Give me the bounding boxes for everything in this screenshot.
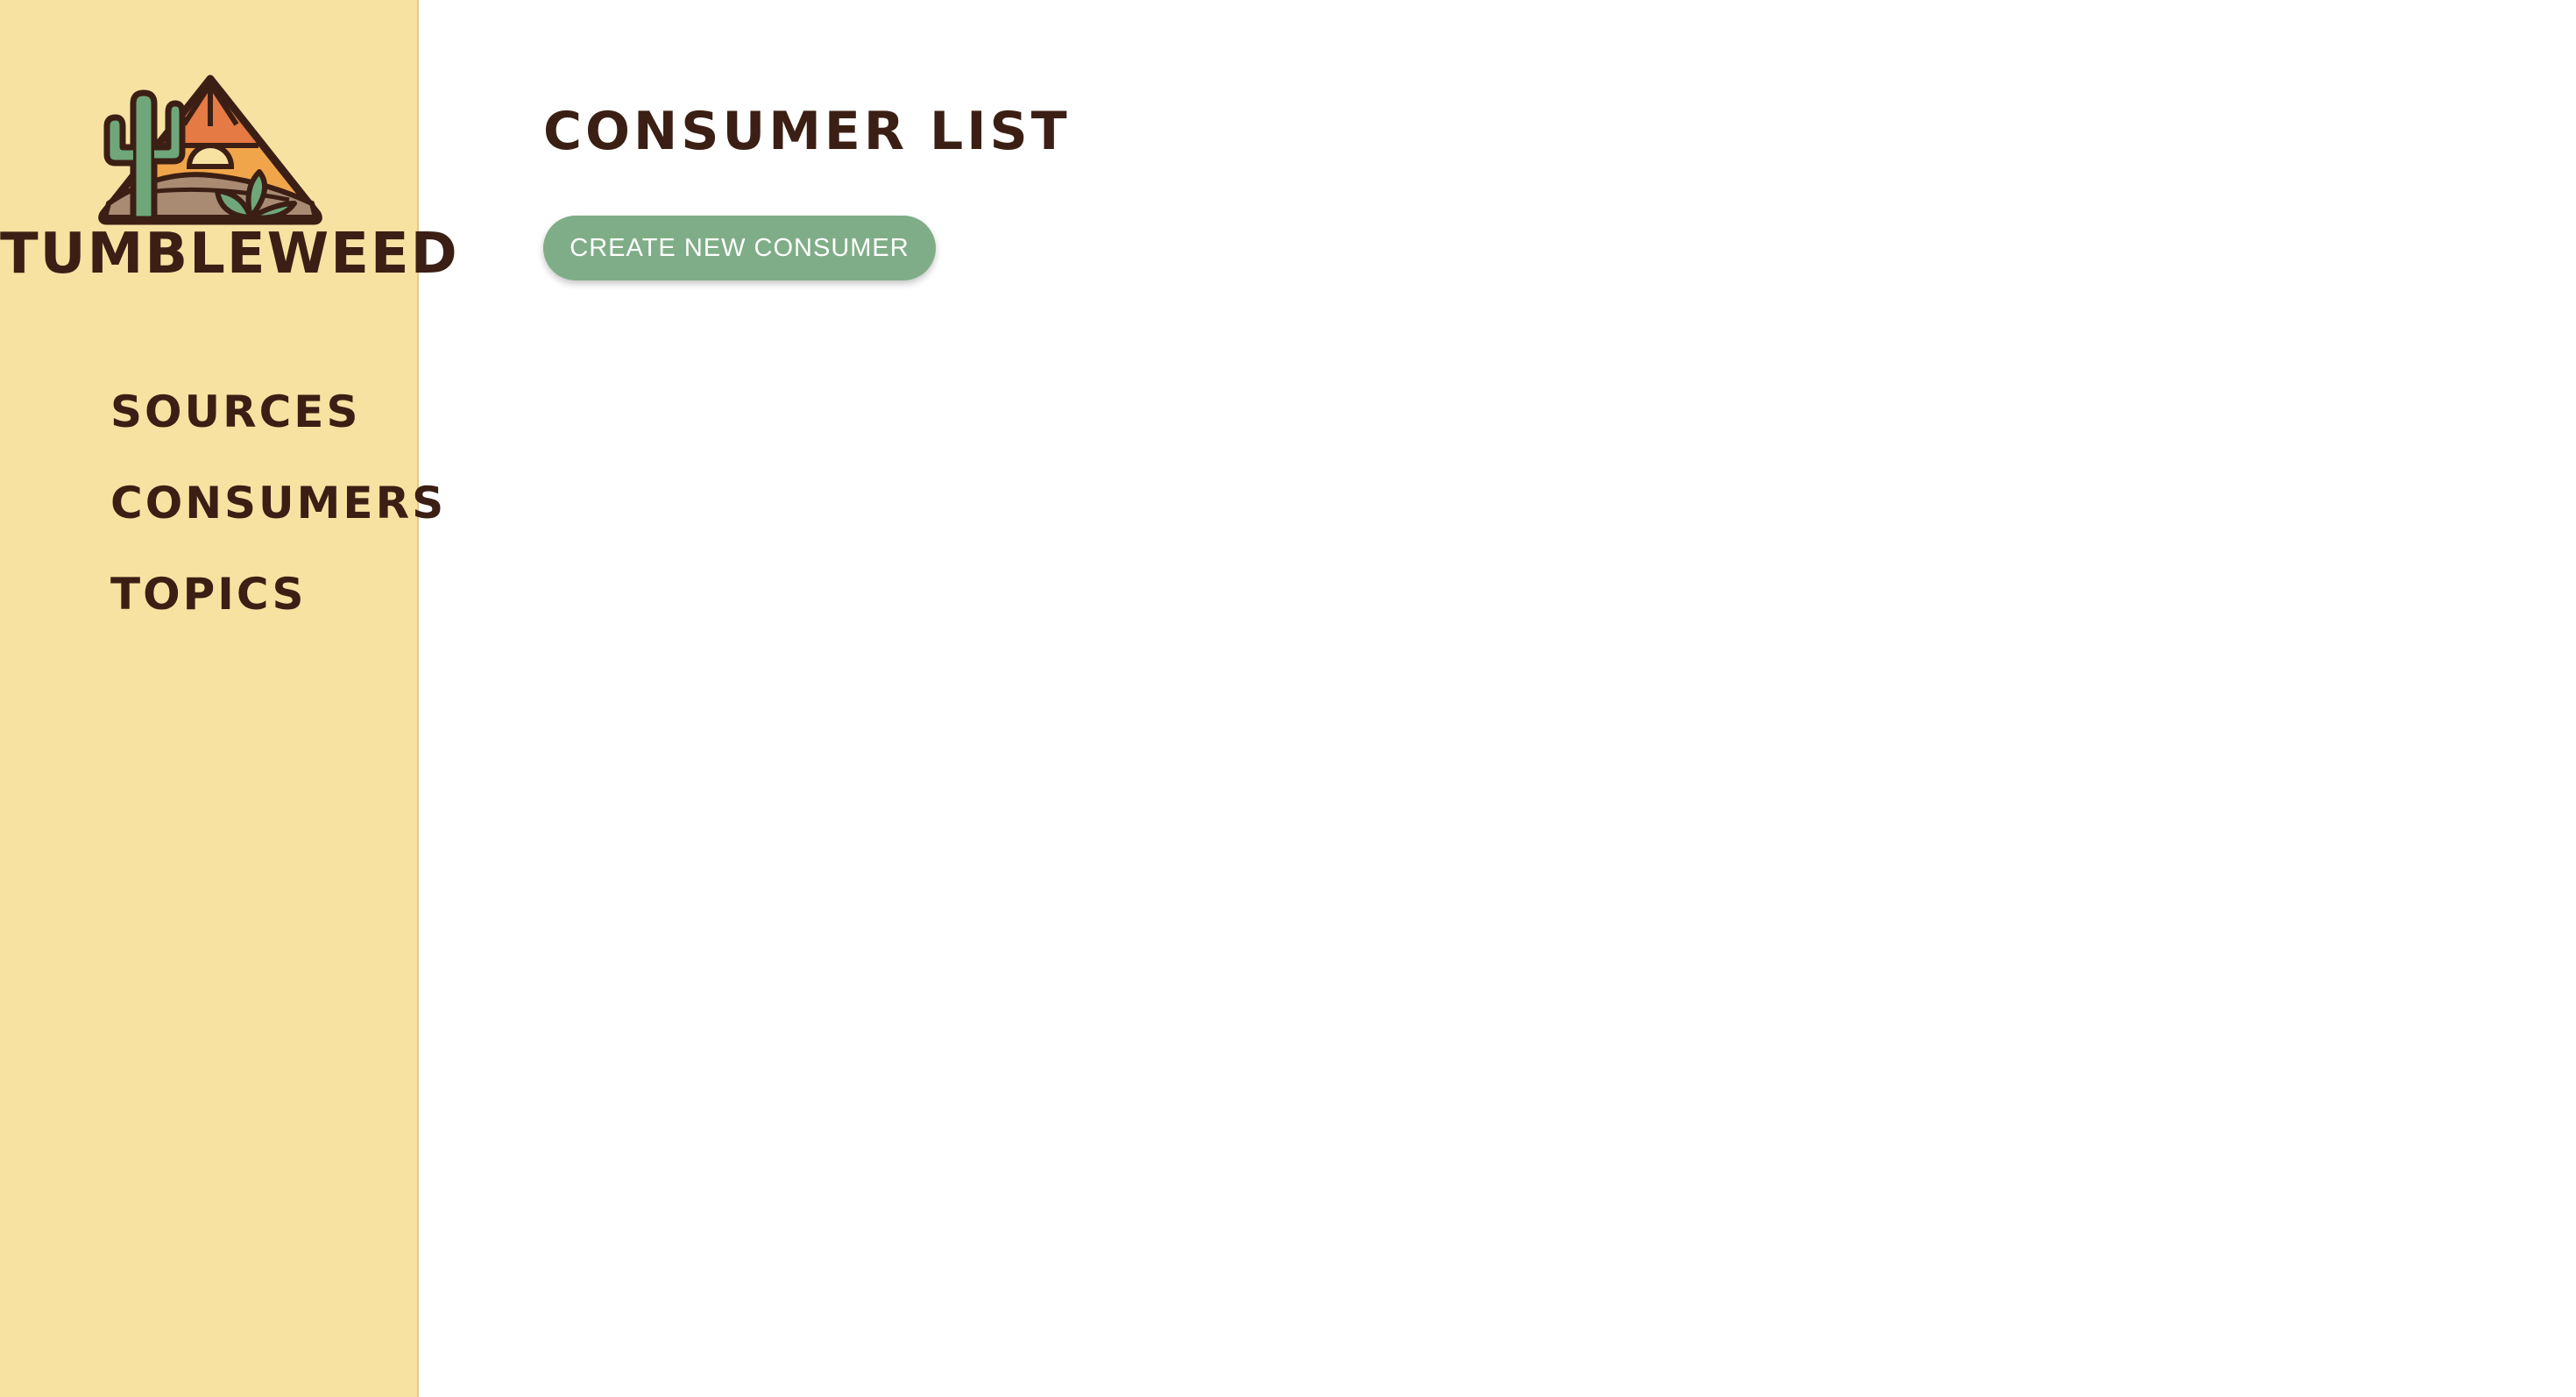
sidebar: TUMBLEWEED SOURCES CONSUMERS TOPICS [0,0,459,1397]
app-root: TUMBLEWEED SOURCES CONSUMERS TOPICS CONS… [0,0,2576,1397]
main-content: CONSUMER LIST CREATE NEW CONSUMER [419,0,2576,1397]
sidebar-item-consumers[interactable]: CONSUMERS [110,477,446,568]
tumbleweed-logo-icon[interactable] [79,72,342,230]
page-title: CONSUMER LIST [543,101,1071,162]
sidebar-item-topics[interactable]: TOPICS [110,568,446,659]
sidebar-nav: SOURCES CONSUMERS TOPICS [110,386,446,659]
create-new-consumer-button[interactable]: CREATE NEW CONSUMER [543,216,936,280]
brand-name: TUMBLEWEED [0,222,459,287]
sidebar-item-sources[interactable]: SOURCES [110,386,446,477]
